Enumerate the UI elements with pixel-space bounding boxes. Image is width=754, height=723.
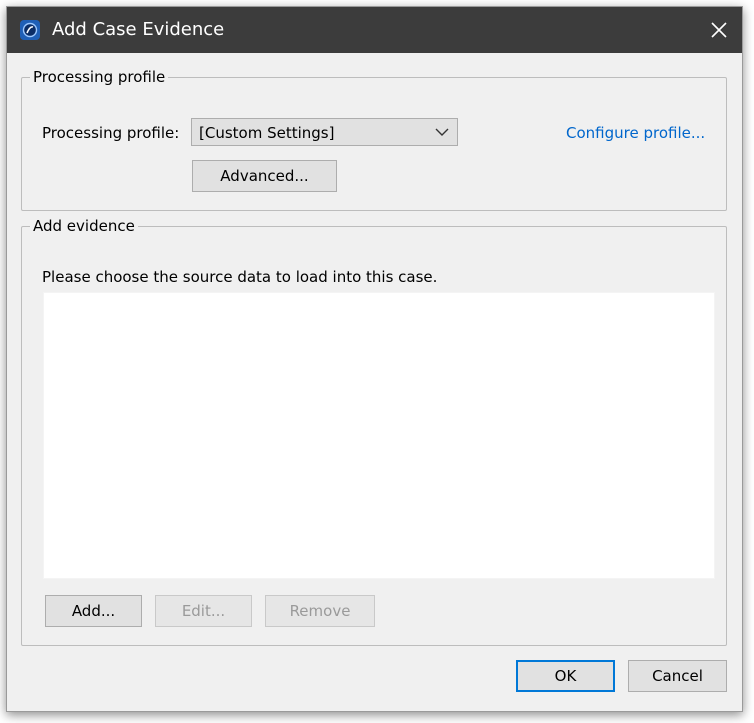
title-bar[interactable]: Add Case Evidence xyxy=(7,7,742,53)
instructions-text: Please choose the source data to load in… xyxy=(42,268,438,286)
add-case-evidence-dialog: Add Case Evidence Processing profile Pro… xyxy=(6,6,743,712)
cancel-button[interactable]: Cancel xyxy=(628,660,727,692)
evidence-source-list[interactable] xyxy=(43,292,715,579)
remove-source-button[interactable]: Remove xyxy=(265,595,375,627)
processing-profile-label: Processing profile: xyxy=(42,124,180,142)
app-logo-icon xyxy=(20,20,40,40)
add-evidence-group: Add evidence Please choose the source da… xyxy=(21,217,727,646)
configure-profile-link[interactable]: Configure profile... xyxy=(566,124,705,142)
edit-source-button[interactable]: Edit... xyxy=(155,595,252,627)
advanced-button[interactable]: Advanced... xyxy=(192,160,337,192)
close-icon xyxy=(711,22,727,38)
close-button[interactable] xyxy=(696,7,742,53)
window-title: Add Case Evidence xyxy=(52,19,225,40)
ok-button[interactable]: OK xyxy=(516,660,615,692)
processing-profile-legend: Processing profile xyxy=(30,68,169,86)
processing-profile-group: Processing profile Processing profile: [… xyxy=(21,68,727,211)
processing-profile-value: [Custom Settings] xyxy=(199,124,335,142)
add-source-button[interactable]: Add... xyxy=(45,595,142,627)
chevron-down-icon xyxy=(435,128,449,136)
processing-profile-select[interactable]: [Custom Settings] xyxy=(191,118,458,146)
add-evidence-legend: Add evidence xyxy=(30,217,138,235)
